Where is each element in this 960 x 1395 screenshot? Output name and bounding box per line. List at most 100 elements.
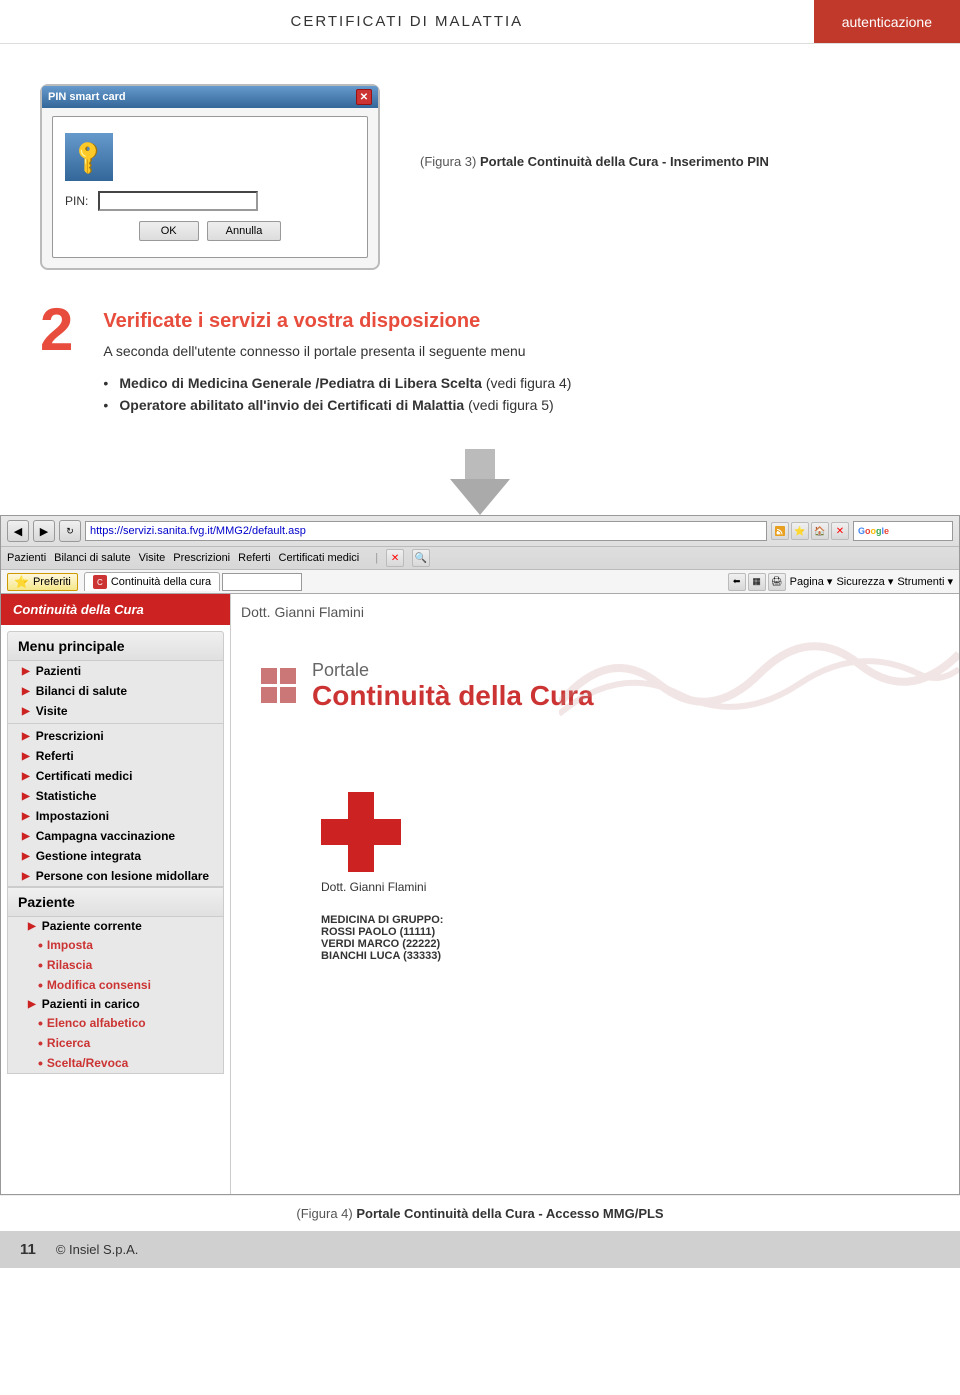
arrow-icon: ▶ — [22, 871, 30, 882]
menu-visualizza[interactable]: Visite — [139, 552, 166, 564]
rss-icon[interactable] — [771, 522, 789, 540]
sidebar-item-certificati[interactable]: ▶ Certificati medici — [8, 766, 223, 786]
cancel-button[interactable]: Annulla — [207, 221, 282, 241]
cross-4 — [280, 687, 296, 703]
sidebar-item-bilanci[interactable]: ▶ Bilanci di salute — [8, 681, 223, 701]
tab-favicon: C — [93, 575, 107, 589]
nav-icon-1[interactable]: ⬅ — [728, 573, 746, 591]
doctor-section: Dott. Gianni Flamini MEDICINA DI GRUPPO:… — [321, 752, 949, 962]
tab-label: Continuità della cura — [111, 576, 211, 588]
browser-menubar: Pazienti Bilanci di salute Visite Prescr… — [1, 546, 959, 569]
page-dropdown[interactable]: Pagina ▾ — [790, 575, 833, 588]
section2: 2 Verificate i servizi a vostra disposiz… — [0, 290, 960, 429]
cross-horizontal — [321, 819, 401, 845]
pazienti-carico[interactable]: ▶ Pazienti in carico — [8, 995, 223, 1013]
forward-button[interactable]: ▶ — [33, 520, 55, 542]
paziente-imposta[interactable]: Imposta — [8, 935, 223, 955]
security-dropdown[interactable]: Sicurezza ▾ — [836, 575, 893, 588]
medicina-item-1: ROSSI PAOLO (11111) — [321, 926, 435, 938]
page-footer: 11 © Insiel S.p.A. — [0, 1231, 960, 1268]
ok-button[interactable]: OK — [139, 221, 199, 241]
key-icon: 🔑 — [68, 136, 110, 178]
portal-sidebar: Continuità della Cura Menu principale ▶ … — [1, 594, 231, 1194]
sidebar-item-referti[interactable]: ▶ Referti — [8, 746, 223, 766]
section2-heading: Verificate i servizi a vostra disposizio… — [103, 310, 571, 333]
arrow-icon: ▶ — [22, 686, 30, 697]
sidebar-item-campagna[interactable]: ▶ Campagna vaccinazione — [8, 826, 223, 846]
sidebar-item-prescrizioni[interactable]: ▶ Prescrizioni — [8, 726, 223, 746]
google-search[interactable]: G o o g l e — [853, 521, 953, 541]
portale-crosses — [261, 668, 296, 703]
arrow-icon: ▶ — [22, 751, 30, 762]
tab-search-input[interactable] — [222, 573, 302, 591]
ricerca[interactable]: Ricerca — [8, 1033, 223, 1053]
nav-icon-3[interactable]: 🖨 — [768, 573, 786, 591]
arrow-icon: ▶ — [22, 706, 30, 717]
red-cross-logo — [321, 792, 401, 872]
browser-screenshot: ◀ ▶ ↻ https://servizi.sanita.fvg.it/MMG2… — [0, 515, 960, 1195]
home-icon[interactable]: 🏠 — [811, 522, 829, 540]
stop-icon[interactable]: ✕ — [831, 522, 849, 540]
tools-dropdown[interactable]: Strumenti ▾ — [897, 575, 953, 588]
bullet-2-text: Operatore abilitato all'invio dei Certif… — [119, 397, 464, 413]
refresh-button[interactable]: ↻ — [59, 520, 81, 542]
menu-strumenti[interactable]: Referti — [238, 552, 270, 564]
nav-icon-2[interactable]: ▦ — [748, 573, 766, 591]
page-number: 11 — [20, 1241, 36, 1258]
pin-dialog: PIN smart card ✕ 🔑 PIN: OK Annulla — [40, 84, 380, 270]
active-tab[interactable]: C Continuità della cura — [84, 572, 220, 591]
back-button[interactable]: ◀ — [7, 520, 29, 542]
address-bar[interactable]: https://servizi.sanita.fvg.it/MMG2/defau… — [85, 521, 767, 541]
menu-file[interactable]: Pazienti — [7, 552, 46, 564]
sidebar-item-visite[interactable]: ▶ Visite — [8, 701, 223, 721]
medicina-item-2: VERDI MARCO (22222) — [321, 938, 440, 950]
sidebar-header: Continuità della Cura — [1, 594, 230, 625]
paziente-section: Paziente ▶ Paziente corrente Imposta Ril… — [7, 887, 224, 1074]
sidebar-item-persone[interactable]: ▶ Persone con lesione midollare — [8, 866, 223, 886]
sidebar-item-pazienti[interactable]: ▶ Pazienti — [8, 661, 223, 681]
browser-chrome: ◀ ▶ ↻ https://servizi.sanita.fvg.it/MMG2… — [1, 516, 959, 594]
doctor-name-top: Dott. Gianni Flamini — [241, 604, 949, 620]
arrow-icon: ▶ — [28, 921, 36, 932]
stop-x-icon[interactable]: ✕ — [386, 549, 404, 567]
figure4-caption: (Figura 4) Portale Continuità della Cura… — [0, 1195, 960, 1231]
doctor-name-bottom: Dott. Gianni Flamini — [321, 880, 426, 894]
cross-2 — [280, 668, 296, 684]
menu-modifica[interactable]: Bilanci di salute — [54, 552, 130, 564]
paziente-rilascia[interactable]: Rilascia — [8, 955, 223, 975]
menu-preferiti[interactable]: Prescrizioni — [173, 552, 230, 564]
sidebar-item-impostazioni[interactable]: ▶ Impostazioni — [8, 806, 223, 826]
dialog-body: 🔑 PIN: OK Annulla — [52, 116, 368, 258]
arrow-icon: ▶ — [22, 731, 30, 742]
page-title: CERTIFICATI DI MALATTIA — [0, 0, 814, 43]
arrow-icon: ▶ — [22, 811, 30, 822]
sidebar-item-statistiche[interactable]: ▶ Statistiche — [8, 786, 223, 806]
pin-row: PIN: — [65, 191, 355, 211]
cross-3 — [261, 687, 277, 703]
paziente-corrente[interactable]: ▶ Paziente corrente — [8, 917, 223, 935]
menu-help[interactable]: Certificati medici — [279, 552, 360, 564]
dialog-icon-area: 🔑 — [65, 133, 113, 181]
favorites-star-icon[interactable]: ⭐ — [791, 522, 809, 540]
dialog-close-button[interactable]: ✕ — [356, 89, 372, 105]
browser-toolbar3: ⭐ Preferiti C Continuità della cura ⬅ ▦ … — [1, 569, 959, 593]
footer-copyright: © Insiel S.p.A. — [56, 1242, 139, 1257]
favorites-button[interactable]: ⭐ Preferiti — [7, 573, 78, 591]
elenco-alfabetico[interactable]: Elenco alfabetico — [8, 1013, 223, 1033]
paziente-consensi[interactable]: Modifica consensi — [8, 975, 223, 995]
dialog-titlebar: PIN smart card ✕ — [42, 86, 378, 108]
medicina-group-label: MEDICINA DI GRUPPO: — [321, 914, 443, 926]
sidebar-item-gestione[interactable]: ▶ Gestione integrata — [8, 846, 223, 866]
figure3-caption: (Figura 3) Portale Continuità della Cura… — [420, 154, 769, 169]
paziente-title: Paziente — [8, 888, 223, 917]
dialog-buttons: OK Annulla — [65, 221, 355, 241]
main-portal-content: Dott. Gianni Flamini Portale Continuità — [231, 594, 959, 1194]
scelta-revoca[interactable]: Scelta/Revoca — [8, 1053, 223, 1073]
pin-input[interactable] — [98, 191, 258, 211]
browser-nav-icons: ⭐ 🏠 ✕ — [771, 522, 849, 540]
bullet-item-1: Medico di Medicina Generale /Pediatra di… — [103, 375, 571, 391]
search-cmd-icon[interactable]: 🔍 — [412, 549, 430, 567]
portale-text: Portale Continuità della Cura — [312, 660, 594, 712]
arrow-down — [0, 449, 960, 515]
browser-toolbar1: ◀ ▶ ↻ https://servizi.sanita.fvg.it/MMG2… — [1, 516, 959, 546]
